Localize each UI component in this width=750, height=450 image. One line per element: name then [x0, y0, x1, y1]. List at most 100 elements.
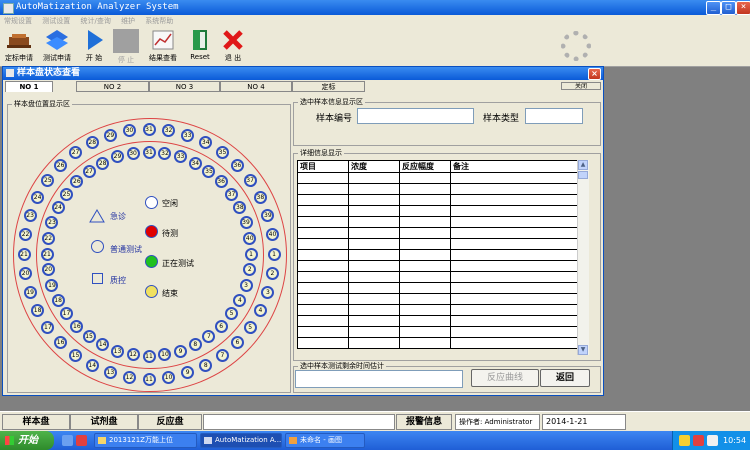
table-row[interactable]: [297, 271, 578, 283]
outer-position[interactable]: 40: [265, 227, 279, 241]
inner-position[interactable]: 30: [126, 146, 140, 160]
table-row[interactable]: [297, 227, 578, 239]
table-row[interactable]: [297, 315, 578, 327]
reagent-tray-button[interactable]: 试剂盘: [70, 414, 138, 430]
tray-security-icon[interactable]: [693, 435, 704, 446]
inner-position[interactable]: 34: [188, 156, 202, 170]
back-button[interactable]: 返回: [540, 369, 590, 387]
table-row[interactable]: [297, 304, 578, 316]
close-window-button[interactable]: ×: [736, 1, 750, 15]
stop-button[interactable]: 停 止: [112, 29, 140, 65]
outer-position[interactable]: 5: [243, 320, 257, 334]
inner-position[interactable]: 36: [214, 175, 228, 189]
outer-position[interactable]: 12: [122, 370, 136, 384]
tab-no4[interactable]: NO 4: [220, 81, 292, 92]
inner-position[interactable]: 37: [225, 187, 239, 201]
task-paint[interactable]: 未命名 - 画图: [285, 433, 365, 448]
outer-position[interactable]: 1: [267, 247, 281, 261]
outer-position[interactable]: 21: [17, 247, 31, 261]
task-folder[interactable]: 2013121Z万能上位: [94, 433, 197, 448]
inner-position[interactable]: 1: [244, 247, 258, 261]
scroll-thumb[interactable]: [578, 171, 588, 179]
outer-position[interactable]: 16: [54, 335, 68, 349]
inner-position[interactable]: 16: [70, 319, 84, 333]
outer-position[interactable]: 22: [19, 227, 33, 241]
tab-no2[interactable]: NO 2: [76, 81, 149, 92]
table-row[interactable]: [297, 249, 578, 261]
inner-position[interactable]: 15: [82, 330, 96, 344]
inner-position[interactable]: 40: [243, 231, 257, 245]
alarm-info-button[interactable]: 报警信息: [396, 414, 452, 430]
menu-general-settings[interactable]: 常规设置: [4, 17, 32, 25]
outer-position[interactable]: 33: [181, 128, 195, 142]
sample-no-input[interactable]: [357, 108, 474, 124]
exit-button[interactable]: 退 出: [220, 29, 246, 65]
tab-no3[interactable]: NO 3: [149, 81, 220, 92]
inner-position[interactable]: 11: [142, 349, 156, 363]
inner-position[interactable]: 12: [126, 348, 140, 362]
table-row[interactable]: [297, 260, 578, 272]
inner-position[interactable]: 22: [41, 231, 55, 245]
outer-position[interactable]: 15: [69, 348, 83, 362]
test-request-button[interactable]: 测试申请: [40, 29, 74, 65]
inner-position[interactable]: 21: [40, 247, 54, 261]
inner-position[interactable]: 24: [51, 201, 65, 215]
table-row[interactable]: [297, 337, 578, 349]
menu-system-help[interactable]: 系统帮助: [145, 17, 173, 25]
inner-position[interactable]: 27: [82, 164, 96, 178]
inner-position[interactable]: 18: [51, 293, 65, 307]
outer-position[interactable]: 24: [31, 190, 45, 204]
calibration-request-button[interactable]: 定标申请: [3, 29, 35, 65]
outer-position[interactable]: 28: [85, 136, 99, 150]
outer-position[interactable]: 10: [162, 370, 176, 384]
table-row[interactable]: [297, 282, 578, 294]
table-row[interactable]: [297, 238, 578, 250]
start-button[interactable]: 开 始: [80, 29, 108, 65]
outer-position[interactable]: 30: [122, 124, 136, 138]
remaining-time-field[interactable]: [295, 370, 463, 388]
inner-position[interactable]: 13: [110, 344, 124, 358]
inner-position[interactable]: 28: [96, 156, 110, 170]
reaction-curve-button[interactable]: 反应曲线: [471, 369, 539, 387]
sample-tray-button[interactable]: 样本盘: [2, 414, 70, 430]
outer-position[interactable]: 32: [162, 124, 176, 138]
dialog-close-icon[interactable]: ×: [588, 68, 601, 80]
scroll-up-icon[interactable]: ▲: [578, 160, 588, 170]
reset-button[interactable]: Reset: [186, 29, 214, 65]
outer-position[interactable]: 31: [142, 122, 156, 136]
reaction-tray-button[interactable]: 反应盘: [138, 414, 202, 430]
inner-position[interactable]: 9: [174, 344, 188, 358]
table-row[interactable]: [297, 172, 578, 184]
table-row[interactable]: [297, 326, 578, 338]
table-row[interactable]: [297, 183, 578, 195]
outer-position[interactable]: 19: [23, 286, 37, 300]
outer-position[interactable]: 14: [85, 358, 99, 372]
outer-position[interactable]: 36: [230, 159, 244, 173]
inner-position[interactable]: 6: [214, 319, 228, 333]
outer-position[interactable]: 20: [19, 267, 33, 281]
maximize-button[interactable]: □: [721, 1, 736, 15]
media-quicklaunch-icon[interactable]: [76, 435, 87, 446]
close-tab-button[interactable]: 关闭: [561, 82, 601, 90]
table-row[interactable]: [297, 293, 578, 305]
tab-calibration[interactable]: 定标: [292, 81, 365, 92]
sample-type-input[interactable]: [525, 108, 583, 124]
inner-position[interactable]: 39: [239, 215, 253, 229]
table-row[interactable]: [297, 205, 578, 217]
menu-test-settings[interactable]: 测试设置: [42, 17, 70, 25]
outer-position[interactable]: 2: [265, 267, 279, 281]
tray-volume-icon[interactable]: [707, 435, 718, 446]
menu-statistics-query[interactable]: 统计/查询: [80, 17, 110, 25]
detail-scrollbar[interactable]: ▲ ▼: [577, 160, 589, 355]
task-analyzer[interactable]: AutoMatization A...: [200, 433, 282, 448]
outer-position[interactable]: 38: [253, 190, 267, 204]
scroll-down-icon[interactable]: ▼: [578, 345, 588, 355]
outer-position[interactable]: 37: [243, 174, 257, 188]
inner-position[interactable]: 3: [239, 279, 253, 293]
tab-no1[interactable]: NO 1: [5, 81, 53, 92]
start-button[interactable]: 开始: [0, 431, 54, 450]
table-row[interactable]: [297, 216, 578, 228]
outer-position[interactable]: 11: [142, 372, 156, 386]
menu-maintenance[interactable]: 维护: [121, 17, 135, 25]
outer-position[interactable]: 7: [215, 348, 229, 362]
